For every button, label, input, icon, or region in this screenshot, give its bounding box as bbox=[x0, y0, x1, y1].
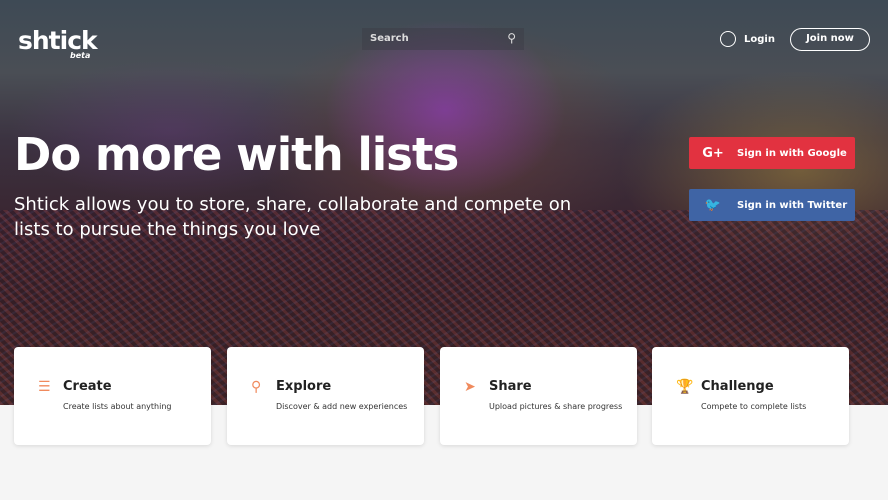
google-plus-icon: G+ bbox=[702, 145, 724, 161]
logo[interactable]: shtick beta bbox=[18, 26, 98, 60]
feature-desc: Create lists about anything bbox=[63, 402, 172, 411]
search-placeholder: Search bbox=[370, 33, 409, 44]
feature-desc: Discover & add new experiences bbox=[276, 402, 408, 411]
hero-title: Do more with lists bbox=[14, 128, 459, 181]
login-label: Login bbox=[744, 33, 775, 45]
feature-desc: Compete to complete lists bbox=[701, 402, 807, 411]
beta-badge: beta bbox=[70, 51, 91, 60]
user-icon bbox=[720, 31, 736, 47]
search-icon: ⚲ bbox=[251, 379, 262, 395]
twitter-icon: 🐦 bbox=[704, 197, 722, 213]
login-button[interactable]: Login bbox=[720, 31, 775, 47]
twitter-signin-button[interactable]: 🐦 Sign in with Twitter bbox=[689, 189, 855, 221]
google-signin-button[interactable]: G+ Sign in with Google bbox=[689, 137, 855, 169]
feature-desc: Upload pictures & share progress bbox=[489, 402, 623, 411]
feature-title: Share bbox=[489, 379, 532, 394]
search-input[interactable]: Search ⚲ bbox=[362, 28, 524, 50]
join-now-button[interactable]: Join now bbox=[790, 28, 870, 51]
hero-subtitle: Shtick allows you to store, share, colla… bbox=[14, 194, 572, 240]
send-icon: ➤ bbox=[464, 379, 476, 395]
twitter-label: Sign in with Twitter bbox=[737, 199, 848, 211]
trophy-icon: 🏆 bbox=[676, 379, 694, 395]
feature-title: Challenge bbox=[701, 379, 774, 394]
search-icon[interactable]: ⚲ bbox=[507, 31, 516, 45]
feature-card-explore[interactable]: ⚲ Explore Discover & add new experiences bbox=[227, 347, 424, 445]
feature-title: Explore bbox=[276, 379, 332, 394]
list-icon: ☰ bbox=[38, 379, 51, 395]
feature-card-challenge[interactable]: 🏆 Challenge Compete to complete lists bbox=[652, 347, 849, 445]
feature-card-create[interactable]: ☰ Create Create lists about anything bbox=[14, 347, 211, 445]
feature-title: Create bbox=[63, 379, 112, 394]
google-label: Sign in with Google bbox=[737, 147, 847, 159]
feature-card-share[interactable]: ➤ Share Upload pictures & share progress bbox=[440, 347, 637, 445]
